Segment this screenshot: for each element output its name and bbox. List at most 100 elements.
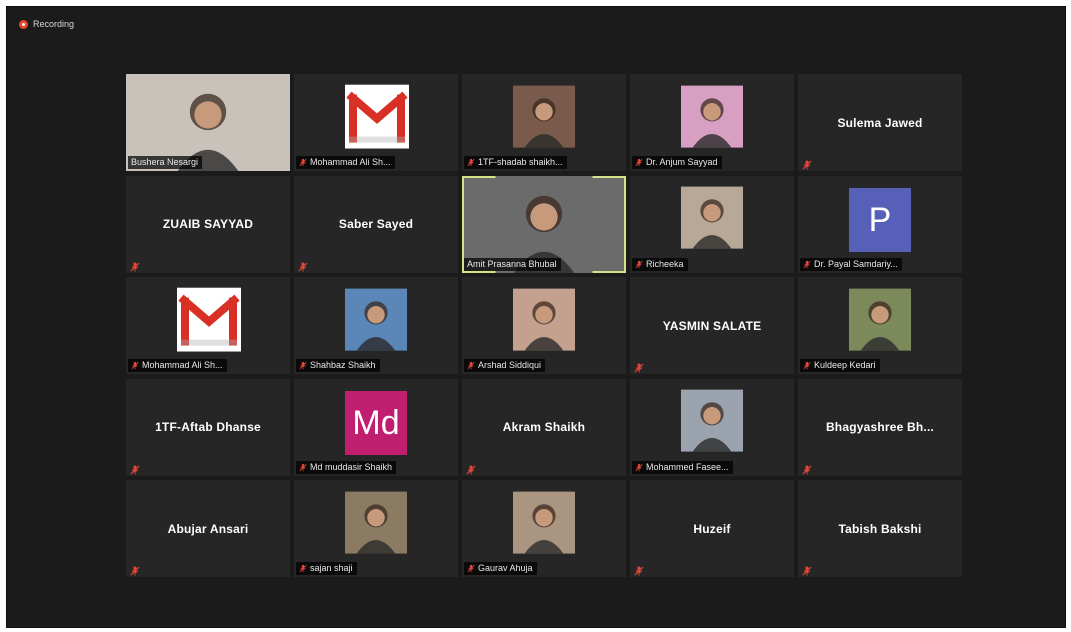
mic-muted-icon xyxy=(299,361,307,370)
participant-tile[interactable]: ZUAIB SAYYAD xyxy=(126,175,290,273)
participant-tile[interactable]: Md Md muddasir Shaikh xyxy=(294,378,458,476)
participant-label: Mohammed Fasee... xyxy=(632,460,733,474)
letter-avatar: Md xyxy=(345,391,407,456)
mic-muted-icon xyxy=(635,158,643,167)
mic-muted-icon xyxy=(803,260,811,269)
participant-name: Huzeif xyxy=(693,521,731,536)
mic-muted-icon xyxy=(130,259,140,271)
participant-tile[interactable]: Akram Shaikh xyxy=(462,378,626,476)
profile-photo xyxy=(681,186,743,250)
profile-photo xyxy=(681,84,743,148)
participant-label: sajan shaji xyxy=(296,562,357,575)
mic-muted-icon xyxy=(299,564,307,573)
mic-muted-icon xyxy=(467,361,475,370)
profile-photo xyxy=(513,490,575,554)
mic-muted-icon xyxy=(130,462,140,474)
participant-name: sajan shaji xyxy=(310,563,353,573)
profile-photo xyxy=(849,287,911,351)
participant-name: ZUAIB SAYYAD xyxy=(162,217,254,231)
participant-label: Dr. Anjum Sayyad xyxy=(632,156,722,169)
participant-tile[interactable]: sajan shaji xyxy=(294,480,458,577)
mic-muted-icon xyxy=(298,259,308,271)
participant-tile[interactable]: 1TF-shadab shaikh... xyxy=(462,74,626,171)
participant-label: Shahbaz Shaikh xyxy=(296,359,380,372)
participant-label: 1TF-shadab shaikh... xyxy=(464,156,567,169)
mic-muted-icon xyxy=(635,463,643,472)
mic-muted-icon xyxy=(467,158,475,167)
participant-label: Mohammad Ali Sh... xyxy=(128,359,227,372)
participant-label: Mohammad Ali Sh... xyxy=(296,156,395,169)
profile-photo xyxy=(345,287,407,351)
participant-tile[interactable]: Bhagyashree Bh... xyxy=(798,378,962,476)
mic-muted-icon xyxy=(802,563,812,576)
participant-tile[interactable]: Bushera Nesargi xyxy=(126,74,290,171)
participant-tile[interactable]: Kuldeep Kedari xyxy=(798,277,962,374)
mic-muted-icon xyxy=(466,462,476,474)
mic-muted-icon xyxy=(803,361,811,370)
mic-muted-icon xyxy=(635,260,643,269)
participant-tile[interactable]: Shahbaz Shaikh xyxy=(294,277,458,374)
participant-label: Bushera Nesargi xyxy=(128,156,203,169)
participant-tile[interactable]: Tabish Bakshi xyxy=(798,480,962,577)
participant-name: Md muddasir Shaikh xyxy=(310,461,393,472)
letter-avatar: P xyxy=(849,188,911,253)
participant-label: Gaurav Ahuja xyxy=(464,562,537,575)
mic-muted-icon xyxy=(299,158,307,167)
mic-muted-icon xyxy=(634,360,644,373)
mic-muted-icon xyxy=(130,563,140,576)
participant-name: Gaurav Ahuja xyxy=(478,563,533,573)
participant-name: Abujar Ansari xyxy=(167,521,249,536)
participant-name: Dr. Anjum Sayyad xyxy=(646,157,718,167)
participant-tile[interactable]: Abujar Ansari xyxy=(126,480,290,577)
participant-tile[interactable]: Huzeif xyxy=(630,480,794,577)
participant-tile[interactable]: YASMIN SALATE xyxy=(630,277,794,374)
mic-muted-icon xyxy=(131,361,139,370)
profile-photo xyxy=(681,389,743,453)
participant-name: 1TF-Aftab Dhanse xyxy=(155,420,261,434)
recording-label: Recording xyxy=(33,19,75,29)
participant-name: Amit Prasanna Bhubal xyxy=(467,258,557,269)
mic-muted-icon xyxy=(802,157,812,170)
gmail-avatar-icon xyxy=(345,84,409,149)
participant-tile[interactable]: Saber Sayed xyxy=(294,175,458,273)
participant-label: Amit Prasanna Bhubal xyxy=(464,257,561,271)
participant-name: Sulema Jawed xyxy=(837,115,923,130)
mic-muted-icon xyxy=(634,563,644,576)
participant-tile[interactable]: Richeeka xyxy=(630,175,794,273)
participant-label: Md muddasir Shaikh xyxy=(296,460,397,474)
participant-tile[interactable]: Mohammad Ali Sh... xyxy=(294,74,458,171)
participant-name: Arshad Siddiqui xyxy=(478,360,542,370)
participant-name: Tabish Bakshi xyxy=(838,521,922,536)
participant-label: Arshad Siddiqui xyxy=(464,359,546,372)
participant-name: Akram Shaikh xyxy=(502,420,586,434)
participant-tile[interactable]: Dr. Anjum Sayyad xyxy=(630,74,794,171)
participant-tile[interactable]: Mohammed Fasee... xyxy=(630,378,794,476)
participant-tile[interactable]: Mohammad Ali Sh... xyxy=(126,277,290,374)
profile-photo xyxy=(513,287,575,351)
profile-photo xyxy=(345,490,407,554)
recording-icon xyxy=(19,19,28,29)
participant-name: Bhagyashree Bh... xyxy=(825,420,935,434)
participant-name: Richeeka xyxy=(646,258,684,269)
participant-tile[interactable]: Sulema Jawed xyxy=(798,74,962,171)
participant-name: YASMIN SALATE xyxy=(662,318,762,333)
participant-tile[interactable]: P Dr. Payal Samdariy... xyxy=(798,175,962,273)
profile-photo xyxy=(513,84,575,148)
participant-name: Kuldeep Kedari xyxy=(814,360,876,370)
participant-tile[interactable]: Gaurav Ahuja xyxy=(462,480,626,577)
participant-tile[interactable]: 1TF-Aftab Dhanse xyxy=(126,378,290,476)
participant-tile[interactable]: Arshad Siddiqui xyxy=(462,277,626,374)
participant-name: 1TF-shadab shaikh... xyxy=(478,157,563,167)
participant-tile[interactable]: Amit Prasanna Bhubal xyxy=(462,175,626,273)
participant-name: Mohammed Fasee... xyxy=(646,461,729,472)
gmail-avatar-icon xyxy=(177,287,241,352)
participant-name: Mohammad Ali Sh... xyxy=(142,360,223,370)
mic-muted-icon xyxy=(802,462,812,474)
mic-muted-icon xyxy=(299,463,307,472)
participant-label: Kuldeep Kedari xyxy=(800,359,880,372)
recording-indicator[interactable]: Recording xyxy=(19,19,74,29)
participant-name: Bushera Nesargi xyxy=(131,157,199,167)
participant-name: Shahbaz Shaikh xyxy=(310,360,376,370)
participant-label: Dr. Payal Samdariy... xyxy=(800,257,902,271)
participant-name: Saber Sayed xyxy=(338,217,414,231)
